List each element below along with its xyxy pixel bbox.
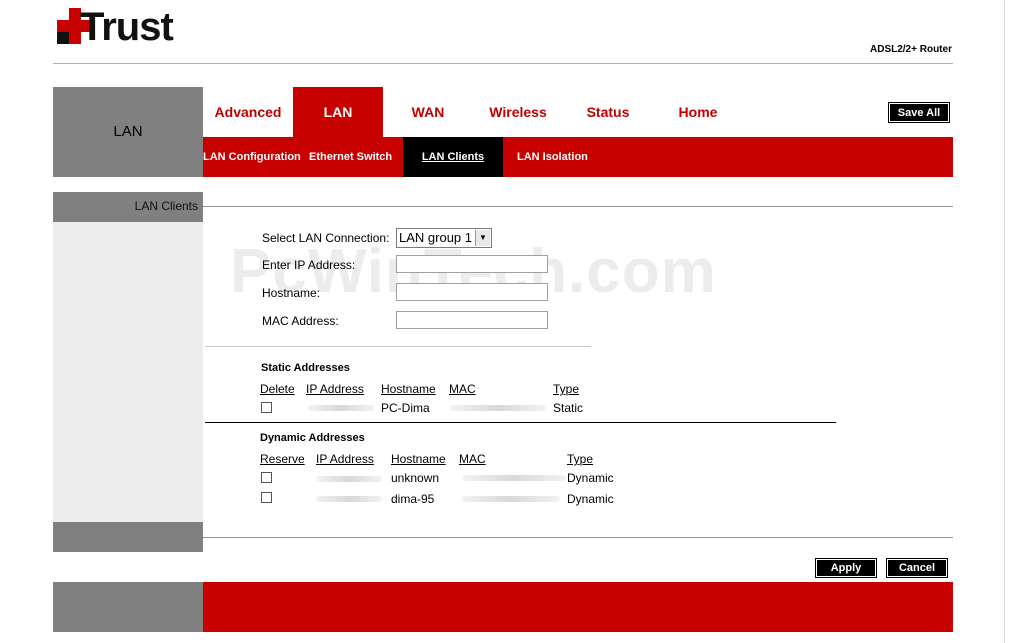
header-divider — [53, 63, 953, 64]
product-label: ADSL2/2+ Router — [870, 44, 952, 55]
apply-button[interactable]: Apply — [815, 558, 877, 578]
mac-address-label: MAC Address: — [262, 314, 339, 328]
sidebar-title: LAN — [113, 123, 143, 140]
static-row-hostname: PC-Dima — [381, 401, 430, 415]
static-col-ip: IP Address — [306, 382, 364, 396]
mac-address-input[interactable] — [396, 311, 548, 329]
static-col-hostname: Hostname — [381, 382, 436, 396]
table-divider — [205, 422, 836, 423]
ip-address-label: Enter IP Address: — [262, 258, 356, 272]
subtab-lan-clients[interactable]: LAN Clients — [403, 137, 503, 177]
footer-sidebar — [53, 582, 203, 632]
dynamic-row-type: Dynamic — [567, 492, 614, 506]
dynamic-row-mac-redacted — [462, 475, 566, 481]
dynamic-row-reserve-checkbox[interactable] — [261, 492, 272, 503]
static-col-delete: Delete — [260, 382, 295, 396]
section-divider — [203, 206, 953, 207]
dynamic-row-ip-redacted — [316, 496, 382, 502]
cancel-button[interactable]: Cancel — [886, 558, 948, 578]
static-addresses-title: Static Addresses — [261, 362, 350, 374]
ip-address-input[interactable] — [396, 255, 548, 273]
lan-connection-select[interactable]: LAN group 1 ▼ — [396, 228, 492, 248]
tab-status[interactable]: Status — [563, 87, 653, 137]
dynamic-row-hostname: dima-95 — [391, 492, 435, 506]
static-row-mac-redacted — [450, 405, 546, 411]
tab-home[interactable]: Home — [653, 87, 743, 137]
section-bottom-divider — [203, 537, 953, 538]
static-row-type: Static — [553, 401, 584, 415]
vertical-scrollbar[interactable] — [1004, 0, 1022, 643]
select-lan-label: Select LAN Connection: — [262, 231, 390, 245]
tab-lan[interactable]: LAN — [293, 87, 383, 137]
dynamic-col-hostname: Hostname — [391, 452, 446, 466]
dynamic-row-mac-redacted — [462, 496, 560, 502]
subtab-lan-isolation[interactable]: LAN Isolation — [517, 137, 607, 177]
static-row-ip-redacted — [308, 405, 374, 411]
static-row-delete-checkbox[interactable] — [261, 402, 272, 413]
dynamic-col-ip: IP Address — [316, 452, 374, 466]
tab-wireless[interactable]: Wireless — [473, 87, 563, 137]
form-divider — [205, 346, 591, 347]
subtab-ethernet-switch[interactable]: Ethernet Switch — [309, 137, 403, 177]
section-title: LAN Clients — [134, 199, 198, 213]
dynamic-col-mac: MAC — [459, 452, 486, 466]
hostname-input[interactable] — [396, 283, 548, 301]
footer-bar — [203, 582, 953, 632]
dynamic-row-reserve-checkbox[interactable] — [261, 472, 272, 483]
tab-advanced[interactable]: Advanced — [203, 87, 293, 137]
chevron-down-icon[interactable]: ▼ — [475, 230, 490, 246]
dynamic-col-type: Type — [567, 452, 594, 466]
static-col-mac: MAC — [449, 382, 476, 396]
hostname-label: Hostname: — [262, 286, 321, 300]
static-col-type: Type — [553, 382, 580, 396]
dynamic-row-type: Dynamic — [567, 471, 614, 485]
dynamic-row-ip-redacted — [316, 476, 382, 482]
dynamic-row-hostname: unknown — [391, 471, 440, 485]
section-sidebar-footer — [53, 522, 203, 552]
dynamic-addresses-title: Dynamic Addresses — [260, 432, 365, 444]
save-all-button[interactable]: Save All — [888, 102, 950, 123]
brand-logo: Trust — [80, 5, 174, 49]
section-sidebar-body — [53, 222, 203, 522]
tab-wan[interactable]: WAN — [383, 87, 473, 137]
lan-connection-value: LAN group 1 — [399, 230, 472, 245]
subtab-lan-configuration[interactable]: LAN Configuration — [203, 137, 307, 177]
dynamic-col-reserve: Reserve — [260, 452, 305, 466]
